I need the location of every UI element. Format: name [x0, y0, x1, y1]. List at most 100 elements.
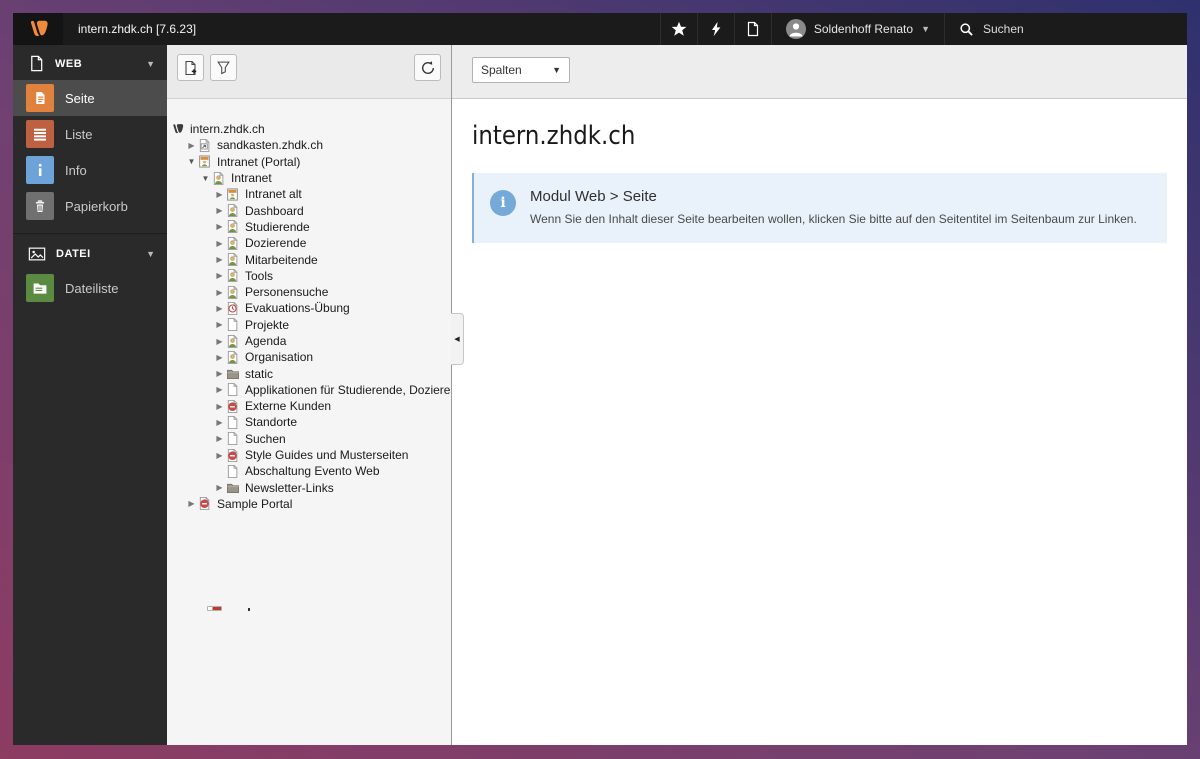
- tree-node[interactable]: ▶ Suchen: [167, 431, 451, 447]
- tree-node[interactable]: intern.zhdk.ch: [167, 121, 451, 137]
- tree-node-label[interactable]: Studierende: [241, 220, 310, 234]
- tree-node[interactable]: ▶ Standorte: [167, 414, 451, 430]
- module-item-liste[interactable]: Liste: [13, 116, 167, 152]
- page-user-icon[interactable]: [226, 285, 241, 300]
- tree-node[interactable]: ▶ Newsletter-Links: [167, 480, 451, 496]
- tree-node-label[interactable]: Intranet alt: [241, 187, 302, 201]
- columns-select[interactable]: Spalten ▼: [472, 57, 570, 83]
- page-icon[interactable]: [226, 415, 241, 430]
- folder-icon[interactable]: [226, 367, 241, 381]
- tree-expand-arrow-icon[interactable]: ▶: [213, 320, 226, 329]
- tree-expand-arrow-icon[interactable]: ▶: [213, 239, 226, 248]
- tree-node[interactable]: ▶ Dashboard: [167, 202, 451, 218]
- tree-node[interactable]: ▶ Externe Kunden: [167, 398, 451, 414]
- tree-node[interactable]: ▶ Applikationen für Studierende, Dozieren…: [167, 382, 451, 398]
- tree-node-label[interactable]: Newsletter-Links: [241, 481, 334, 495]
- tree-expand-arrow-icon[interactable]: ▶: [213, 190, 226, 199]
- tree-node[interactable]: ▶ static: [167, 365, 451, 381]
- page-hidden-icon[interactable]: [226, 448, 241, 463]
- folder-icon[interactable]: [226, 481, 241, 495]
- tree-expand-arrow-icon[interactable]: ▶: [213, 385, 226, 394]
- tree-node-label[interactable]: Sample Portal: [213, 497, 292, 511]
- page-portal-icon[interactable]: [198, 154, 213, 169]
- tree-expand-arrow-icon[interactable]: ▶: [213, 483, 226, 492]
- tree-node[interactable]: ▶ Mitarbeitende: [167, 251, 451, 267]
- tree-expand-arrow-icon[interactable]: ▶: [213, 369, 226, 378]
- tree-expand-arrow-icon[interactable]: ▶: [213, 402, 226, 411]
- page-user-icon[interactable]: [226, 334, 241, 349]
- page-user-icon[interactable]: [226, 268, 241, 283]
- topbar-search[interactable]: Suchen: [944, 13, 1187, 45]
- page-icon[interactable]: [226, 317, 241, 332]
- module-group-header[interactable]: WEB ▼: [13, 45, 167, 80]
- filter-button[interactable]: [210, 54, 237, 81]
- tree-node-label[interactable]: Suchen: [241, 432, 286, 446]
- tree-node-label[interactable]: Intranet (Portal): [213, 155, 300, 169]
- tree-node-label[interactable]: Intranet: [227, 171, 272, 185]
- page-icon[interactable]: [226, 431, 241, 446]
- tree-expand-arrow-icon[interactable]: ▶: [213, 255, 226, 264]
- module-item-seite[interactable]: Seite: [13, 80, 167, 116]
- typo3-icon[interactable]: [171, 122, 186, 136]
- tree-node-label[interactable]: Agenda: [241, 334, 286, 348]
- tree-collapse-arrow-icon[interactable]: ▼: [185, 157, 198, 166]
- tree-node[interactable]: ▶ Dozierende: [167, 235, 451, 251]
- page-user-icon[interactable]: [226, 219, 241, 234]
- tree-expand-arrow-icon[interactable]: ▶: [213, 451, 226, 460]
- tree-node-label[interactable]: Style Guides und Musterseiten: [241, 448, 408, 462]
- tree-node-label[interactable]: Dashboard: [241, 204, 304, 218]
- module-group-header[interactable]: DATEI ▼: [13, 236, 167, 270]
- tree-node[interactable]: ▶ Agenda: [167, 333, 451, 349]
- tree-node-label[interactable]: Standorte: [241, 415, 297, 429]
- page-user-icon[interactable]: [226, 203, 241, 218]
- collapse-tree-handle[interactable]: ◀: [451, 313, 464, 365]
- tree-node[interactable]: ▶ Tools: [167, 268, 451, 284]
- tree-node-label[interactable]: Externe Kunden: [241, 399, 331, 413]
- tree-node-label[interactable]: static: [241, 367, 273, 381]
- clear-cache-button[interactable]: [696, 13, 734, 45]
- tree-node[interactable]: ▶ Style Guides und Musterseiten: [167, 447, 451, 463]
- tree-node[interactable]: ▶ Projekte: [167, 317, 451, 333]
- page-user-icon[interactable]: [226, 236, 241, 251]
- page-shortcut-icon[interactable]: [198, 138, 213, 153]
- tree-expand-arrow-icon[interactable]: ▶: [213, 304, 226, 313]
- tree-expand-arrow-icon[interactable]: ▶: [213, 434, 226, 443]
- tree-expand-arrow-icon[interactable]: ▶: [213, 418, 226, 427]
- tree-node[interactable]: Abschaltung Evento Web: [167, 463, 451, 479]
- page-hidden-icon[interactable]: [198, 496, 213, 511]
- tree-node[interactable]: ▶ Personensuche: [167, 284, 451, 300]
- tree-expand-arrow-icon[interactable]: ▶: [213, 337, 226, 346]
- tree-node-label[interactable]: Applikationen für Studierende, Dozierend…: [241, 383, 451, 397]
- tree-node-label[interactable]: Tools: [241, 269, 273, 283]
- tree-expand-arrow-icon[interactable]: ▶: [213, 353, 226, 362]
- refresh-tree-button[interactable]: [414, 54, 441, 81]
- page-icon[interactable]: [226, 382, 241, 397]
- bookmarks-button[interactable]: [659, 13, 697, 45]
- module-item-dateiliste[interactable]: Dateiliste: [13, 270, 167, 306]
- module-item-info[interactable]: Info: [13, 152, 167, 188]
- module-item-papierkorb[interactable]: Papierkorb: [13, 188, 167, 224]
- page-user-icon[interactable]: [212, 171, 227, 186]
- tree-node-label[interactable]: Projekte: [241, 318, 289, 332]
- tree-expand-arrow-icon[interactable]: ▶: [213, 206, 226, 215]
- new-page-button[interactable]: [177, 54, 204, 81]
- page-portal-icon[interactable]: [226, 187, 241, 202]
- tree-node[interactable]: ▶ Sample Portal: [167, 496, 451, 512]
- page-user-icon[interactable]: [226, 350, 241, 365]
- typo3-logo[interactable]: [13, 13, 63, 45]
- tree-node-label[interactable]: Personensuche: [241, 285, 328, 299]
- tree-expand-arrow-icon[interactable]: ▶: [213, 288, 226, 297]
- page-hidden-icon[interactable]: [226, 399, 241, 414]
- tree-node-label[interactable]: Organisation: [241, 350, 313, 364]
- user-menu[interactable]: Soldenhoff Renato ▼: [770, 13, 944, 45]
- page-user-icon[interactable]: [226, 252, 241, 267]
- tree-expand-arrow-icon[interactable]: ▶: [185, 499, 198, 508]
- tree-node[interactable]: ▶ Intranet alt: [167, 186, 451, 202]
- tree-node-label[interactable]: Abschaltung Evento Web: [241, 464, 380, 478]
- tree-expand-arrow-icon[interactable]: ▶: [185, 141, 198, 150]
- tree-node[interactable]: ▼ Intranet (Portal): [167, 154, 451, 170]
- tree-node[interactable]: ▶ sandkasten.zhdk.ch: [167, 137, 451, 153]
- tree-node[interactable]: ▶ Studierende: [167, 219, 451, 235]
- tree-node-label[interactable]: Mitarbeitende: [241, 253, 318, 267]
- tree-node-label[interactable]: sandkasten.zhdk.ch: [213, 138, 323, 152]
